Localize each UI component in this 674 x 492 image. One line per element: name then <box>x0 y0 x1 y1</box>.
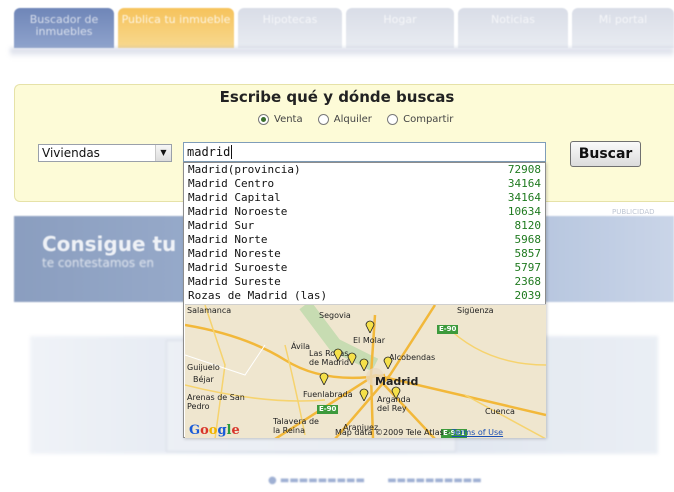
terms-of-use-link[interactable]: Terms of Use <box>452 428 503 437</box>
nav-tab-mi-portal[interactable]: Mi portal <box>572 8 674 48</box>
property-type-value: Viviendas <box>42 146 100 160</box>
radio-compartir-label: Compartir <box>403 114 454 125</box>
suggestion-count: 5797 <box>514 261 542 274</box>
suggestion-count: 72908 <box>507 163 541 176</box>
nav-shadow <box>10 48 674 58</box>
map-label-avila: Ávila <box>291 342 311 351</box>
footer-links: ● ▬▬▬▬▬▬▬▬▬ ▬▬▬▬▬▬▬▬▬▬ <box>268 475 482 486</box>
search-input-value: madrid <box>187 145 231 159</box>
autocomplete-dropdown: Madrid(provincia) 72908 Madrid Centro 3416… <box>183 162 546 438</box>
highway-shield: E-90 <box>437 325 459 334</box>
suggestion-name: Madrid Capital <box>188 191 281 204</box>
suggestion-count: 10634 <box>507 205 541 218</box>
map-label-arenas: Arenas de San Pedro <box>187 393 245 411</box>
suggestion-count: 5968 <box>514 233 542 246</box>
map-attribution-text: Map data ©2009 Tele Atlas - <box>335 428 452 437</box>
nav-tab-hogar[interactable]: Hogar <box>346 8 454 48</box>
suggestion-item[interactable]: Madrid Noroeste 10634 <box>184 206 545 218</box>
highway-shield: E-90 <box>317 405 339 414</box>
operation-radio-group: Venta Alquiler Compartir <box>258 114 465 128</box>
suggestion-item[interactable]: Madrid Capital 34164 <box>184 192 545 204</box>
nav-tab-buscador[interactable]: Buscador de inmuebles <box>14 8 114 48</box>
google-logo: Google <box>189 423 240 438</box>
radio-compartir[interactable]: Compartir <box>387 114 453 125</box>
ad-label: PUBLICIDAD <box>612 208 655 216</box>
radio-venta[interactable]: Venta <box>258 114 303 125</box>
map-label-alcobendas: Alcobendas <box>389 353 436 362</box>
suggestion-item[interactable]: Madrid Suroeste 5797 <box>184 262 545 274</box>
radio-venta-label: Venta <box>274 114 303 125</box>
top-navigation: Buscador de inmuebles Publica tu inmuebl… <box>0 0 674 58</box>
results-map[interactable]: Salamanca Segovia Sigüenza El Molar Ávil… <box>185 304 546 438</box>
map-label-las-rozas: Las Rozas de Madrid <box>309 349 350 367</box>
suggestion-count: 2368 <box>514 275 542 288</box>
map-pin-icon[interactable] <box>347 351 357 365</box>
map-pin-icon[interactable] <box>365 319 375 333</box>
nav-tab-hipotecas[interactable]: Hipotecas <box>238 8 342 48</box>
map-attribution: Map data ©2009 Tele Atlas - Terms of Use <box>335 428 503 437</box>
suggestion-name: Madrid Noroeste <box>188 205 288 218</box>
map-label-fuenlabrada: Fuenlabrada <box>303 390 353 399</box>
map-label-guijuelo: Guijuelo <box>187 363 220 372</box>
map-label-cuenca: Cuenca <box>485 407 515 416</box>
suggestion-count: 34164 <box>507 191 541 204</box>
promo-banner-subtitle: te contestamos en <box>42 256 154 270</box>
search-title: Escribe qué y dónde buscas <box>219 88 455 106</box>
search-button[interactable]: Buscar <box>570 141 641 167</box>
map-label-talavera: Talavera de la Reina <box>273 417 319 435</box>
map-pin-icon[interactable] <box>333 347 343 361</box>
suggestion-count: 34164 <box>507 177 541 190</box>
map-pin-icon[interactable] <box>359 387 369 401</box>
radio-alquiler-dot[interactable] <box>317 114 329 125</box>
suggestion-name: Madrid Sur <box>188 219 255 232</box>
nav-tab-publica[interactable]: Publica tu inmueble <box>118 8 234 48</box>
suggestion-name: Madrid Sureste <box>188 275 281 288</box>
suggestion-count: 5857 <box>514 247 542 260</box>
radio-compartir-dot[interactable] <box>387 114 399 125</box>
radio-alquiler-label: Alquiler <box>333 114 372 125</box>
radio-venta-dot[interactable] <box>258 114 269 125</box>
map-label-segovia: Segovia <box>319 311 351 320</box>
suggestion-item[interactable]: Madrid Sur 8120 <box>184 220 545 232</box>
map-label-bejar: Béjar <box>193 375 214 384</box>
radio-alquiler[interactable]: Alquiler <box>317 114 372 125</box>
map-pin-icon[interactable] <box>319 371 329 385</box>
map-pin-icon[interactable] <box>359 357 369 371</box>
suggestion-name: Madrid Norte <box>188 233 268 246</box>
suggestion-name: Madrid Suroeste <box>188 261 288 274</box>
suggestion-item[interactable]: Madrid Norte 5968 <box>184 234 545 246</box>
search-input[interactable]: madrid <box>183 142 546 162</box>
map-label-salamanca: Salamanca <box>187 306 232 315</box>
nav-tab-noticias[interactable]: Noticias <box>458 8 568 48</box>
suggestion-item[interactable]: Madrid Noreste 5857 <box>184 248 545 260</box>
suggestion-count: 2039 <box>514 289 542 302</box>
suggestion-name: Madrid(provincia) <box>188 163 301 176</box>
suggestion-name: Rozas de Madrid (las) <box>188 289 328 302</box>
map-label-el-molar: El Molar <box>353 336 386 345</box>
text-cursor <box>231 145 233 159</box>
suggestion-name: Madrid Centro <box>188 177 275 190</box>
property-type-select[interactable]: Viviendas ▼ <box>38 144 172 162</box>
chevron-down-icon[interactable]: ▼ <box>155 145 171 161</box>
suggestion-item[interactable]: Madrid Sureste 2368 <box>184 276 545 288</box>
suggestion-count: 8120 <box>514 219 542 232</box>
suggestion-item[interactable]: Rozas de Madrid (las) 2039 <box>184 290 545 302</box>
promo-banner-title: Consigue tu h <box>42 232 198 256</box>
suggestion-item[interactable]: Madrid Centro 34164 <box>184 178 545 190</box>
suggestion-name: Madrid Noreste <box>188 247 281 260</box>
map-pin-icon[interactable] <box>391 385 401 399</box>
suggestion-item[interactable]: Madrid(provincia) 72908 <box>184 164 545 176</box>
map-pin-icon[interactable] <box>383 355 393 369</box>
map-label-siguenza: Sigüenza <box>457 306 494 315</box>
